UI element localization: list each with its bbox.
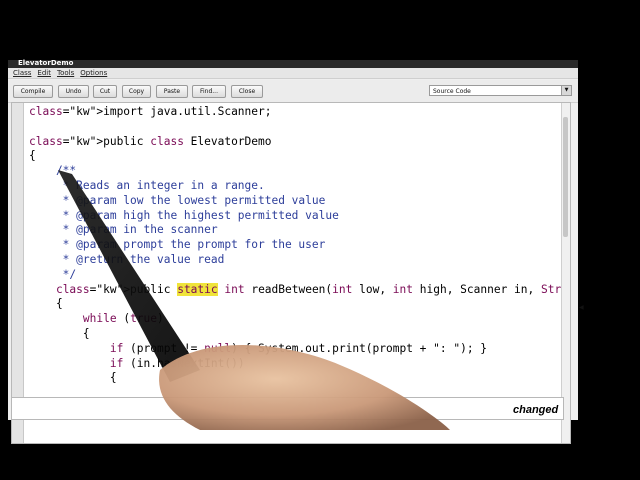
code-line: class="kw">public class ElevatorDemo — [29, 134, 272, 148]
code-line: if (in.hasNextInt()) — [109, 356, 245, 370]
menu-class[interactable]: Class — [13, 68, 31, 78]
line-gutter — [12, 103, 24, 443]
chevron-left-icon[interactable]: ◀ — [579, 304, 584, 311]
code-editor[interactable]: class="kw">import java.util.Scanner; cla… — [11, 102, 571, 444]
source-code[interactable]: class="kw">import java.util.Scanner; cla… — [29, 105, 570, 386]
code-line: { — [29, 326, 90, 340]
menu-edit[interactable]: Edit — [37, 68, 51, 78]
find-button[interactable]: Find... — [192, 85, 226, 98]
chevron-down-icon[interactable]: ▼ — [561, 86, 571, 95]
undo-button[interactable]: Undo — [58, 85, 89, 98]
editor-window: ElevatorDemo Class Edit Tools Options Co… — [8, 59, 584, 444]
menu-options[interactable]: Options — [80, 68, 107, 78]
paste-button[interactable]: Paste — [156, 85, 188, 98]
code-line: { — [29, 371, 117, 385]
code-line: /** — [29, 164, 77, 178]
compile-button[interactable]: Compile — [13, 85, 53, 98]
vertical-scrollbar[interactable] — [561, 103, 570, 443]
code-line: */ — [29, 267, 77, 281]
code-line: * @param low the lowest permitted value — [29, 193, 326, 207]
message-area — [11, 397, 564, 420]
copy-button[interactable]: Copy — [122, 85, 151, 98]
code-line: class="kw">import java.util.Scanner; — [29, 105, 272, 118]
code-line: * @param in the scanner — [29, 223, 218, 237]
code-line: while (true) — [82, 312, 164, 326]
code-line: * @param high the highest permitted valu… — [29, 208, 339, 222]
code-line: * @param prompt the prompt for the user — [29, 238, 326, 252]
close-button[interactable]: Close — [231, 85, 263, 98]
title-bar: ElevatorDemo — [8, 59, 578, 68]
scrollbar-thumb[interactable] — [563, 117, 568, 237]
view-select-value: Source Code — [433, 88, 471, 95]
status-label: changed — [513, 404, 559, 416]
code-line: * Reads an integer in a range. — [29, 178, 265, 192]
toolbar: Compile Undo Cut Copy Paste Find... Clos… — [8, 80, 578, 103]
menu-bar: Class Edit Tools Options — [8, 68, 578, 79]
code-line: if (prompt != null) { System.out.print(p… — [109, 341, 488, 355]
code-line: { — [29, 149, 36, 163]
cut-button[interactable]: Cut — [93, 85, 117, 98]
menu-tools[interactable]: Tools — [57, 68, 74, 78]
view-select[interactable]: Source Code ▼ — [429, 85, 572, 96]
code-line: { — [29, 297, 63, 311]
code-line: class="kw">public static int readBetween… — [55, 282, 570, 296]
code-line: * @return the value read — [29, 252, 225, 266]
window-title: ElevatorDemo — [18, 59, 74, 67]
